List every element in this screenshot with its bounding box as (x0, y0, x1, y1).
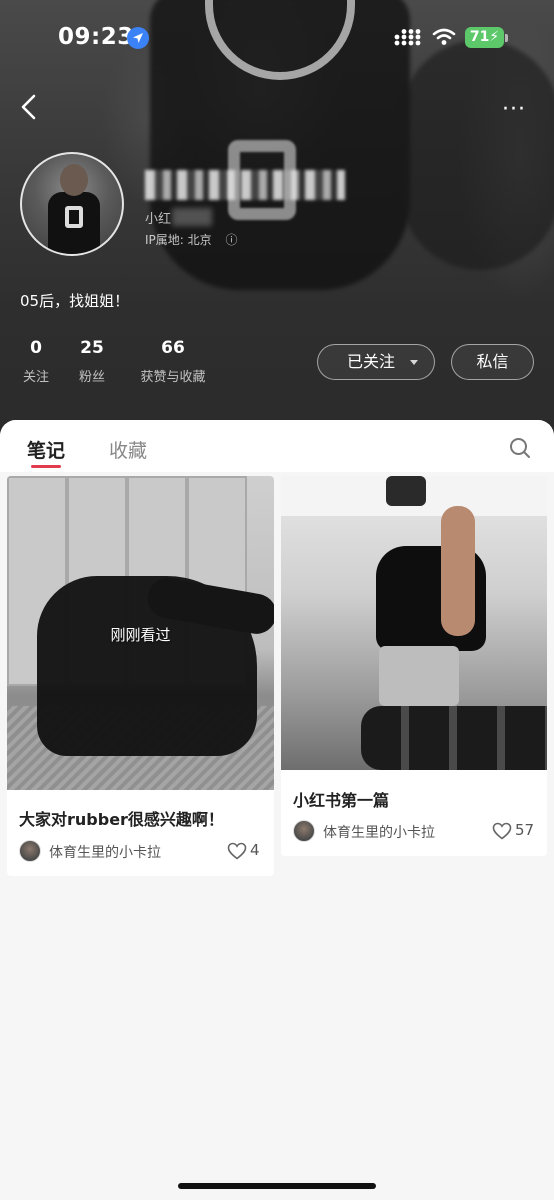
like-count: 4 (250, 841, 260, 859)
cover-subject-pants (379, 646, 459, 706)
note-cover-image[interactable]: 刚刚看过 (7, 476, 274, 790)
stat-following-label: 关注 (22, 370, 49, 385)
active-tab-indicator (31, 465, 61, 468)
note-cover-image[interactable] (281, 476, 547, 770)
note-card[interactable]: 刚刚看过 大家对rubber很感兴趣啊！ 体育生里的小卡拉 4 (7, 476, 274, 876)
battery-level: 71 (469, 29, 490, 45)
author-name: 体育生里的小卡拉 (323, 825, 435, 841)
note-card[interactable]: 小红书第一篇 体育生里的小卡拉 57 (281, 476, 547, 856)
cover-phone (386, 476, 426, 506)
tab-notes[interactable]: 笔记 (27, 436, 65, 463)
avatar-head (60, 164, 88, 196)
avatar-shirt-print (65, 206, 83, 228)
battery-icon: 71⚡ (465, 27, 504, 48)
caret-down-icon (410, 360, 418, 365)
stat-following[interactable]: 0 关注 (21, 338, 51, 385)
wifi-icon (432, 28, 456, 50)
stat-likes-collections[interactable]: 66 获赞与收藏 (133, 338, 213, 385)
battery-tip (505, 34, 508, 42)
like-count: 57 (515, 821, 535, 839)
profile-header: 09:23 71⚡ ··· 小红 IP属地: 北京 ⓘ 05后，找姐姐！ 0 关… (0, 0, 554, 440)
tab-bar: 笔记 收藏 (0, 420, 554, 472)
status-bar: 09:23 71⚡ (0, 0, 554, 76)
ip-location-text: IP属地: 北京 (145, 233, 212, 247)
location-arrow-icon (127, 27, 149, 49)
followed-button[interactable]: 已关注 (317, 344, 435, 380)
heart-icon[interactable] (227, 842, 247, 864)
info-icon[interactable]: ⓘ (225, 233, 237, 247)
search-icon[interactable] (509, 437, 531, 463)
recently-viewed-label: 刚刚看过 (110, 626, 171, 644)
author-name: 体育生里的小卡拉 (49, 845, 161, 861)
chevron-left-icon[interactable] (20, 94, 38, 124)
stat-followers-value: 25 (80, 338, 104, 358)
home-indicator[interactable] (178, 1183, 376, 1189)
user-id-blurred (172, 208, 212, 226)
stat-likes-value: 66 (161, 338, 185, 358)
tab-collections[interactable]: 收藏 (109, 436, 147, 463)
notes-panel: 笔记 收藏 刚刚看过 大家对rubber很感兴趣啊！ 体育生里的小卡拉 4 小红… (0, 420, 554, 1200)
status-time: 09:23 (58, 24, 134, 50)
message-button[interactable]: 私信 (451, 344, 534, 380)
author-avatar (19, 840, 41, 862)
more-icon[interactable]: ··· (502, 97, 526, 122)
stat-following-value: 0 (30, 338, 42, 358)
note-title[interactable]: 大家对rubber很感兴趣啊！ (19, 806, 224, 830)
cover-subject-arm (441, 506, 475, 636)
profile-bio: 05后，找姐姐！ (20, 292, 130, 310)
user-id: 小红 (145, 212, 172, 227)
cellular-signal-icon (393, 29, 421, 51)
followed-button-label: 已关注 (347, 352, 396, 371)
profile-avatar[interactable] (20, 152, 124, 256)
stat-followers[interactable]: 25 粉丝 (77, 338, 107, 385)
ip-location: IP属地: 北京 ⓘ (145, 231, 237, 248)
username-blurred (145, 170, 345, 200)
note-title[interactable]: 小红书第一篇 (293, 787, 389, 811)
heart-icon[interactable] (492, 822, 512, 844)
stat-followers-label: 粉丝 (78, 370, 105, 385)
author-avatar (293, 820, 315, 842)
stat-likes-label: 获赞与收藏 (140, 370, 206, 385)
cover-dumbbells (361, 706, 547, 770)
